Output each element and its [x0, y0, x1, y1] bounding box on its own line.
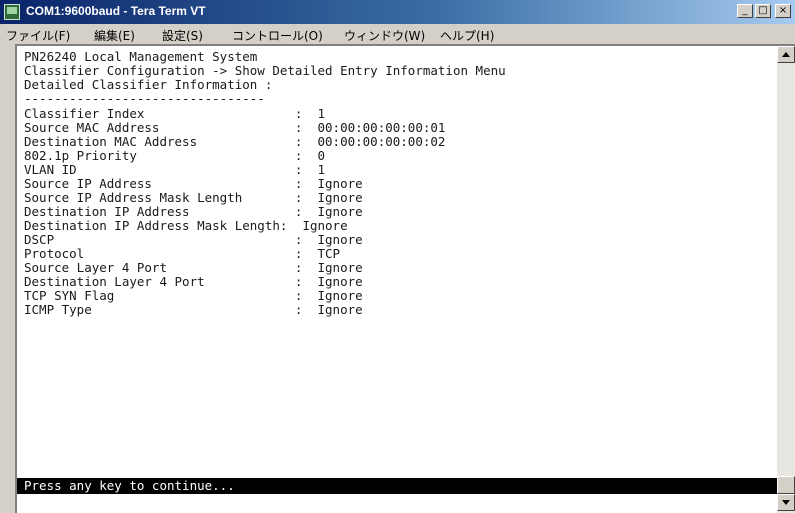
terminal-line: DSCP : Ignore: [24, 232, 363, 247]
terminal-frame: PN26240 Local Management System Classifi…: [15, 44, 795, 513]
window-title: COM1:9600baud - Tera Term VT: [26, 4, 206, 18]
menu-control[interactable]: コントロール(O): [232, 27, 323, 44]
terminal-line: Destination IP Address : Ignore: [24, 204, 363, 219]
title-bar[interactable]: COM1:9600baud - Tera Term VT _ □ ×: [0, 0, 795, 24]
terminal-line: --------------------------------: [24, 91, 265, 106]
terminal-line: Source IP Address : Ignore: [24, 176, 363, 191]
scrollbar-thumb[interactable]: [777, 476, 795, 494]
minimize-button[interactable]: _: [737, 4, 753, 18]
close-button[interactable]: ×: [775, 4, 791, 18]
menu-edit[interactable]: 編集(E): [94, 27, 135, 44]
terminal-line: Detailed Classifier Information :: [24, 77, 273, 92]
terminal-line: ICMP Type : Ignore: [24, 302, 363, 317]
terminal-line: 802.1p Priority : 0: [24, 148, 326, 163]
menu-window[interactable]: ウィンドウ(W): [344, 27, 425, 44]
terminal-line: Classifier Configuration -> Show Detaile…: [24, 63, 506, 78]
menu-file[interactable]: ファイル(F): [6, 27, 70, 44]
terminal-line: Destination Layer 4 Port : Ignore: [24, 274, 363, 289]
terminal-line: Source MAC Address : 00:00:00:00:00:01: [24, 120, 446, 135]
menu-help[interactable]: ヘルプ(H): [440, 27, 494, 44]
terminal-line: Classifier Index : 1: [24, 106, 326, 121]
terminal-line: PN26240 Local Management System: [24, 49, 258, 64]
maximize-button[interactable]: □: [755, 4, 771, 18]
vertical-scrollbar[interactable]: [777, 46, 795, 513]
terminal-line: TCP SYN Flag : Ignore: [24, 288, 363, 303]
terminal-line: Source Layer 4 Port : Ignore: [24, 260, 363, 275]
terminal-line: Protocol : TCP: [24, 246, 341, 261]
menu-setup[interactable]: 設定(S): [162, 27, 203, 44]
scroll-up-arrow-icon[interactable]: [777, 46, 795, 63]
terminal-screen[interactable]: PN26240 Local Management System Classifi…: [17, 46, 777, 513]
terminal-line: Destination IP Address Mask Length: Igno…: [24, 218, 348, 233]
terminal-line: VLAN ID : 1: [24, 162, 326, 177]
tera-term-app-icon[interactable]: [4, 4, 20, 20]
terminal-line: Destination MAC Address : 00:00:00:00:00…: [24, 134, 446, 149]
terminal-line: Source IP Address Mask Length : Ignore: [24, 190, 363, 205]
tera-term-window: COM1:9600baud - Tera Term VT _ □ × ファイル(…: [0, 0, 795, 513]
menu-bar: ファイル(F) 編集(E) 設定(S) コントロール(O) ウィンドウ(W) ヘ…: [0, 24, 795, 44]
scroll-down-arrow-icon[interactable]: [777, 494, 795, 511]
continue-prompt: Press any key to continue...: [24, 478, 235, 493]
